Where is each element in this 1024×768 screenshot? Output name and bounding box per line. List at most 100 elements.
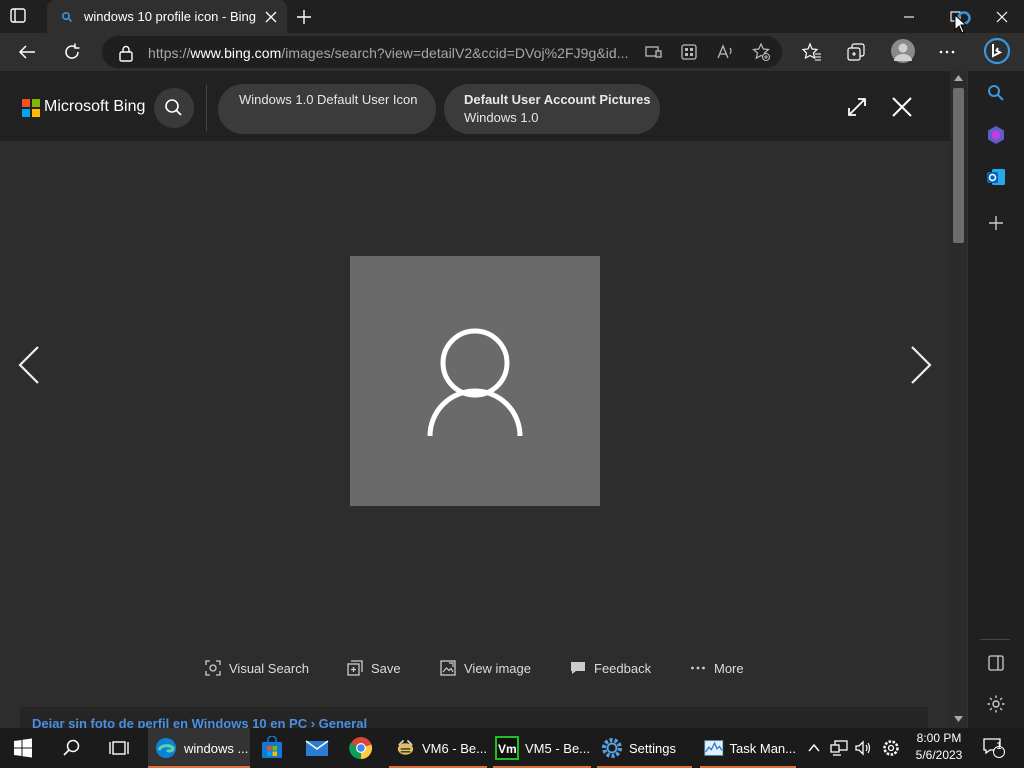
sidebar-outlook-icon[interactable]: [986, 167, 1006, 187]
sidebar-hide-icon[interactable]: [986, 653, 1006, 673]
expand-icon[interactable]: [846, 96, 868, 118]
collections-icon[interactable]: [846, 42, 866, 62]
image-actions-bar: Visual Search Save View image Feedback M…: [0, 656, 950, 680]
scroll-thumb[interactable]: [953, 88, 964, 243]
edge-icon: [156, 738, 176, 758]
taskbar-search-button[interactable]: [62, 728, 82, 768]
scroll-down-arrow-icon[interactable]: [954, 716, 963, 722]
taskbar-vm6-window[interactable]: VM6 - Be...: [389, 728, 487, 768]
taskbar-chrome[interactable]: [349, 728, 373, 768]
action-label: View image: [464, 660, 531, 676]
beyond-compare-icon: [397, 739, 414, 755]
tab-actions-icon[interactable]: [10, 8, 38, 26]
more-button[interactable]: More: [690, 656, 744, 680]
view-image-icon: [440, 660, 456, 676]
more-options-icon[interactable]: [937, 42, 957, 62]
previous-image-arrow-icon[interactable]: [16, 344, 42, 386]
user-silhouette-icon: [427, 328, 523, 437]
header-divider: [206, 85, 207, 131]
sidebar-settings-gear-icon[interactable]: [986, 694, 1006, 714]
viewer-header: Microsoft Bing Windows 1.0 Default User …: [0, 71, 950, 141]
taskbar-label: windows ...: [184, 740, 249, 756]
back-arrow-icon[interactable]: [16, 41, 38, 63]
action-label: Save: [371, 660, 401, 676]
page-scrollbar[interactable]: [950, 71, 967, 728]
taskbar-label: VM6 - Be...: [421, 740, 487, 756]
browser-toolbar: https://www.bing.com/images/search?view=…: [0, 33, 1024, 71]
bing-chat-icon[interactable]: [983, 37, 1011, 65]
browser-tab[interactable]: windows 10 profile icon - Bing: [47, 0, 287, 33]
taskbar-vm5-window[interactable]: Vm VM5 - Be...: [493, 728, 591, 768]
related-search-pill[interactable]: Windows 1.0 Default User Icon: [218, 84, 436, 134]
start-button[interactable]: [13, 728, 33, 768]
taskbar-mail[interactable]: [305, 728, 329, 768]
save-icon: [347, 660, 363, 676]
taskbar-edge-window[interactable]: windows ...: [148, 728, 250, 768]
task-manager-icon: [704, 740, 724, 756]
svg-text:Vm: Vm: [498, 742, 517, 756]
close-tab-icon[interactable]: [263, 9, 279, 25]
profile-avatar-icon[interactable]: [891, 39, 915, 63]
feedback-icon: [571, 662, 585, 674]
network-icon[interactable]: [830, 728, 848, 768]
action-label: Visual Search: [229, 660, 309, 676]
read-aloud-icon[interactable]: [715, 42, 735, 62]
preview-image[interactable]: [350, 256, 600, 506]
close-viewer-icon[interactable]: [891, 96, 913, 118]
qr-apps-icon[interactable]: [679, 42, 699, 62]
taskbar-task-manager-window[interactable]: Task Man...: [700, 728, 796, 768]
sidebar-divider: [980, 639, 1010, 640]
clock-time[interactable]: 8:00 PM: [905, 731, 973, 745]
taskbar-label: Task Man...: [729, 740, 796, 756]
search-button[interactable]: [154, 88, 194, 128]
notification-center-button[interactable]: 1: [983, 728, 1005, 768]
task-view-button[interactable]: [109, 728, 129, 768]
search-icon: [63, 739, 80, 756]
sidebar-discover-icon[interactable]: [986, 125, 1006, 145]
scroll-up-arrow-icon[interactable]: [954, 75, 963, 81]
taskbar-store[interactable]: [260, 728, 284, 768]
edge-sidebar: [967, 71, 1024, 728]
visual-search-icon: [205, 660, 221, 676]
microsoft-logo-icon[interactable]: [22, 99, 40, 117]
view-image-button[interactable]: View image: [440, 656, 531, 680]
address-bar[interactable]: https://www.bing.com/images/search?view=…: [102, 36, 782, 68]
save-button[interactable]: Save: [347, 656, 401, 680]
taskbar-label: Settings: [629, 740, 676, 756]
windows-logo-icon: [14, 738, 32, 758]
more-dots-icon: [691, 666, 705, 670]
mail-icon: [305, 740, 329, 756]
close-window-button[interactable]: [990, 8, 1014, 26]
volume-icon[interactable]: [854, 728, 872, 768]
add-favorite-icon[interactable]: [751, 42, 771, 62]
tray-settings-gear-icon[interactable]: [882, 728, 900, 768]
result-source-link[interactable]: Dejar sin foto de perfil en Windows 10 e…: [32, 716, 367, 728]
notification-count: 1: [996, 741, 1002, 752]
related-search-pill[interactable]: Default User Account Pictures Windows 1.…: [444, 84, 660, 134]
new-tab-button[interactable]: [294, 7, 314, 27]
clock-date[interactable]: 5/6/2023: [905, 748, 973, 762]
lock-icon[interactable]: [118, 44, 134, 62]
result-source-strip: Dejar sin foto de perfil en Windows 10 e…: [20, 707, 928, 728]
url-text[interactable]: https://www.bing.com/images/search?view=…: [148, 45, 629, 61]
pill-title: Default User Account Pictures: [464, 92, 651, 107]
visual-search-button[interactable]: Visual Search: [205, 656, 309, 680]
minimize-button[interactable]: [897, 8, 921, 26]
url-domain: www.bing.com: [190, 45, 282, 61]
vmware-icon: Vm: [495, 736, 519, 760]
settings-gear-icon: [602, 738, 622, 758]
taskbar-settings-window[interactable]: Settings: [597, 728, 692, 768]
sidebar-search-icon[interactable]: [986, 83, 1006, 103]
app-available-icon[interactable]: [643, 42, 663, 62]
feedback-button[interactable]: Feedback: [570, 656, 651, 680]
refresh-icon[interactable]: [61, 41, 83, 63]
favorites-icon[interactable]: [802, 42, 822, 62]
next-image-arrow-icon[interactable]: [908, 344, 934, 386]
brand-name[interactable]: Microsoft Bing: [44, 98, 145, 116]
tray-overflow-chevron-icon[interactable]: [807, 728, 821, 768]
windows-taskbar: windows ... VM6 - Be... Vm VM5 - Be... S…: [0, 728, 1024, 768]
taskbar-label: VM5 - Be...: [525, 740, 591, 756]
action-label: Feedback: [594, 660, 652, 676]
mouse-cursor-icon: [954, 14, 966, 34]
sidebar-add-icon[interactable]: [986, 213, 1006, 233]
